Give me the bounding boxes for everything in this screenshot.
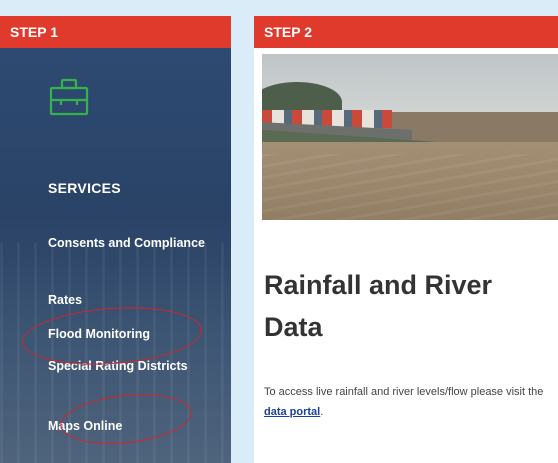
paragraph-text: To access live rainfall and river levels… [264,386,544,398]
services-title: SERVICES [48,180,121,196]
data-portal-link[interactable]: data portal [264,406,320,418]
step-1-header: STEP 1 [0,16,231,48]
menu-item-maps-online[interactable]: Maps Online [48,418,218,435]
paragraph-suffix: . [320,406,324,418]
step-1-panel: STEP 1 SERVICES Consents and Compliance … [0,16,231,463]
menu-item-rates[interactable]: Rates [48,292,218,309]
photo-water-ripples [262,154,558,220]
menu-item-flood-monitoring[interactable]: Flood Monitoring [48,326,218,343]
briefcase-icon [49,78,89,116]
menu-item-consents[interactable]: Consents and Compliance [48,235,218,252]
menu-item-special-rating-districts[interactable]: Special Rating Districts [48,358,218,375]
flooded-river-photo [262,54,558,220]
page-title: Rainfall and River Data [264,270,493,342]
services-menu: SERVICES Consents and Compliance Rates F… [0,48,231,463]
step-2-header: STEP 2 [254,16,558,48]
step-2-panel: STEP 2 Rainfall and River Data To access… [254,16,558,463]
access-paragraph: To access live rainfall and river levels… [264,382,554,422]
